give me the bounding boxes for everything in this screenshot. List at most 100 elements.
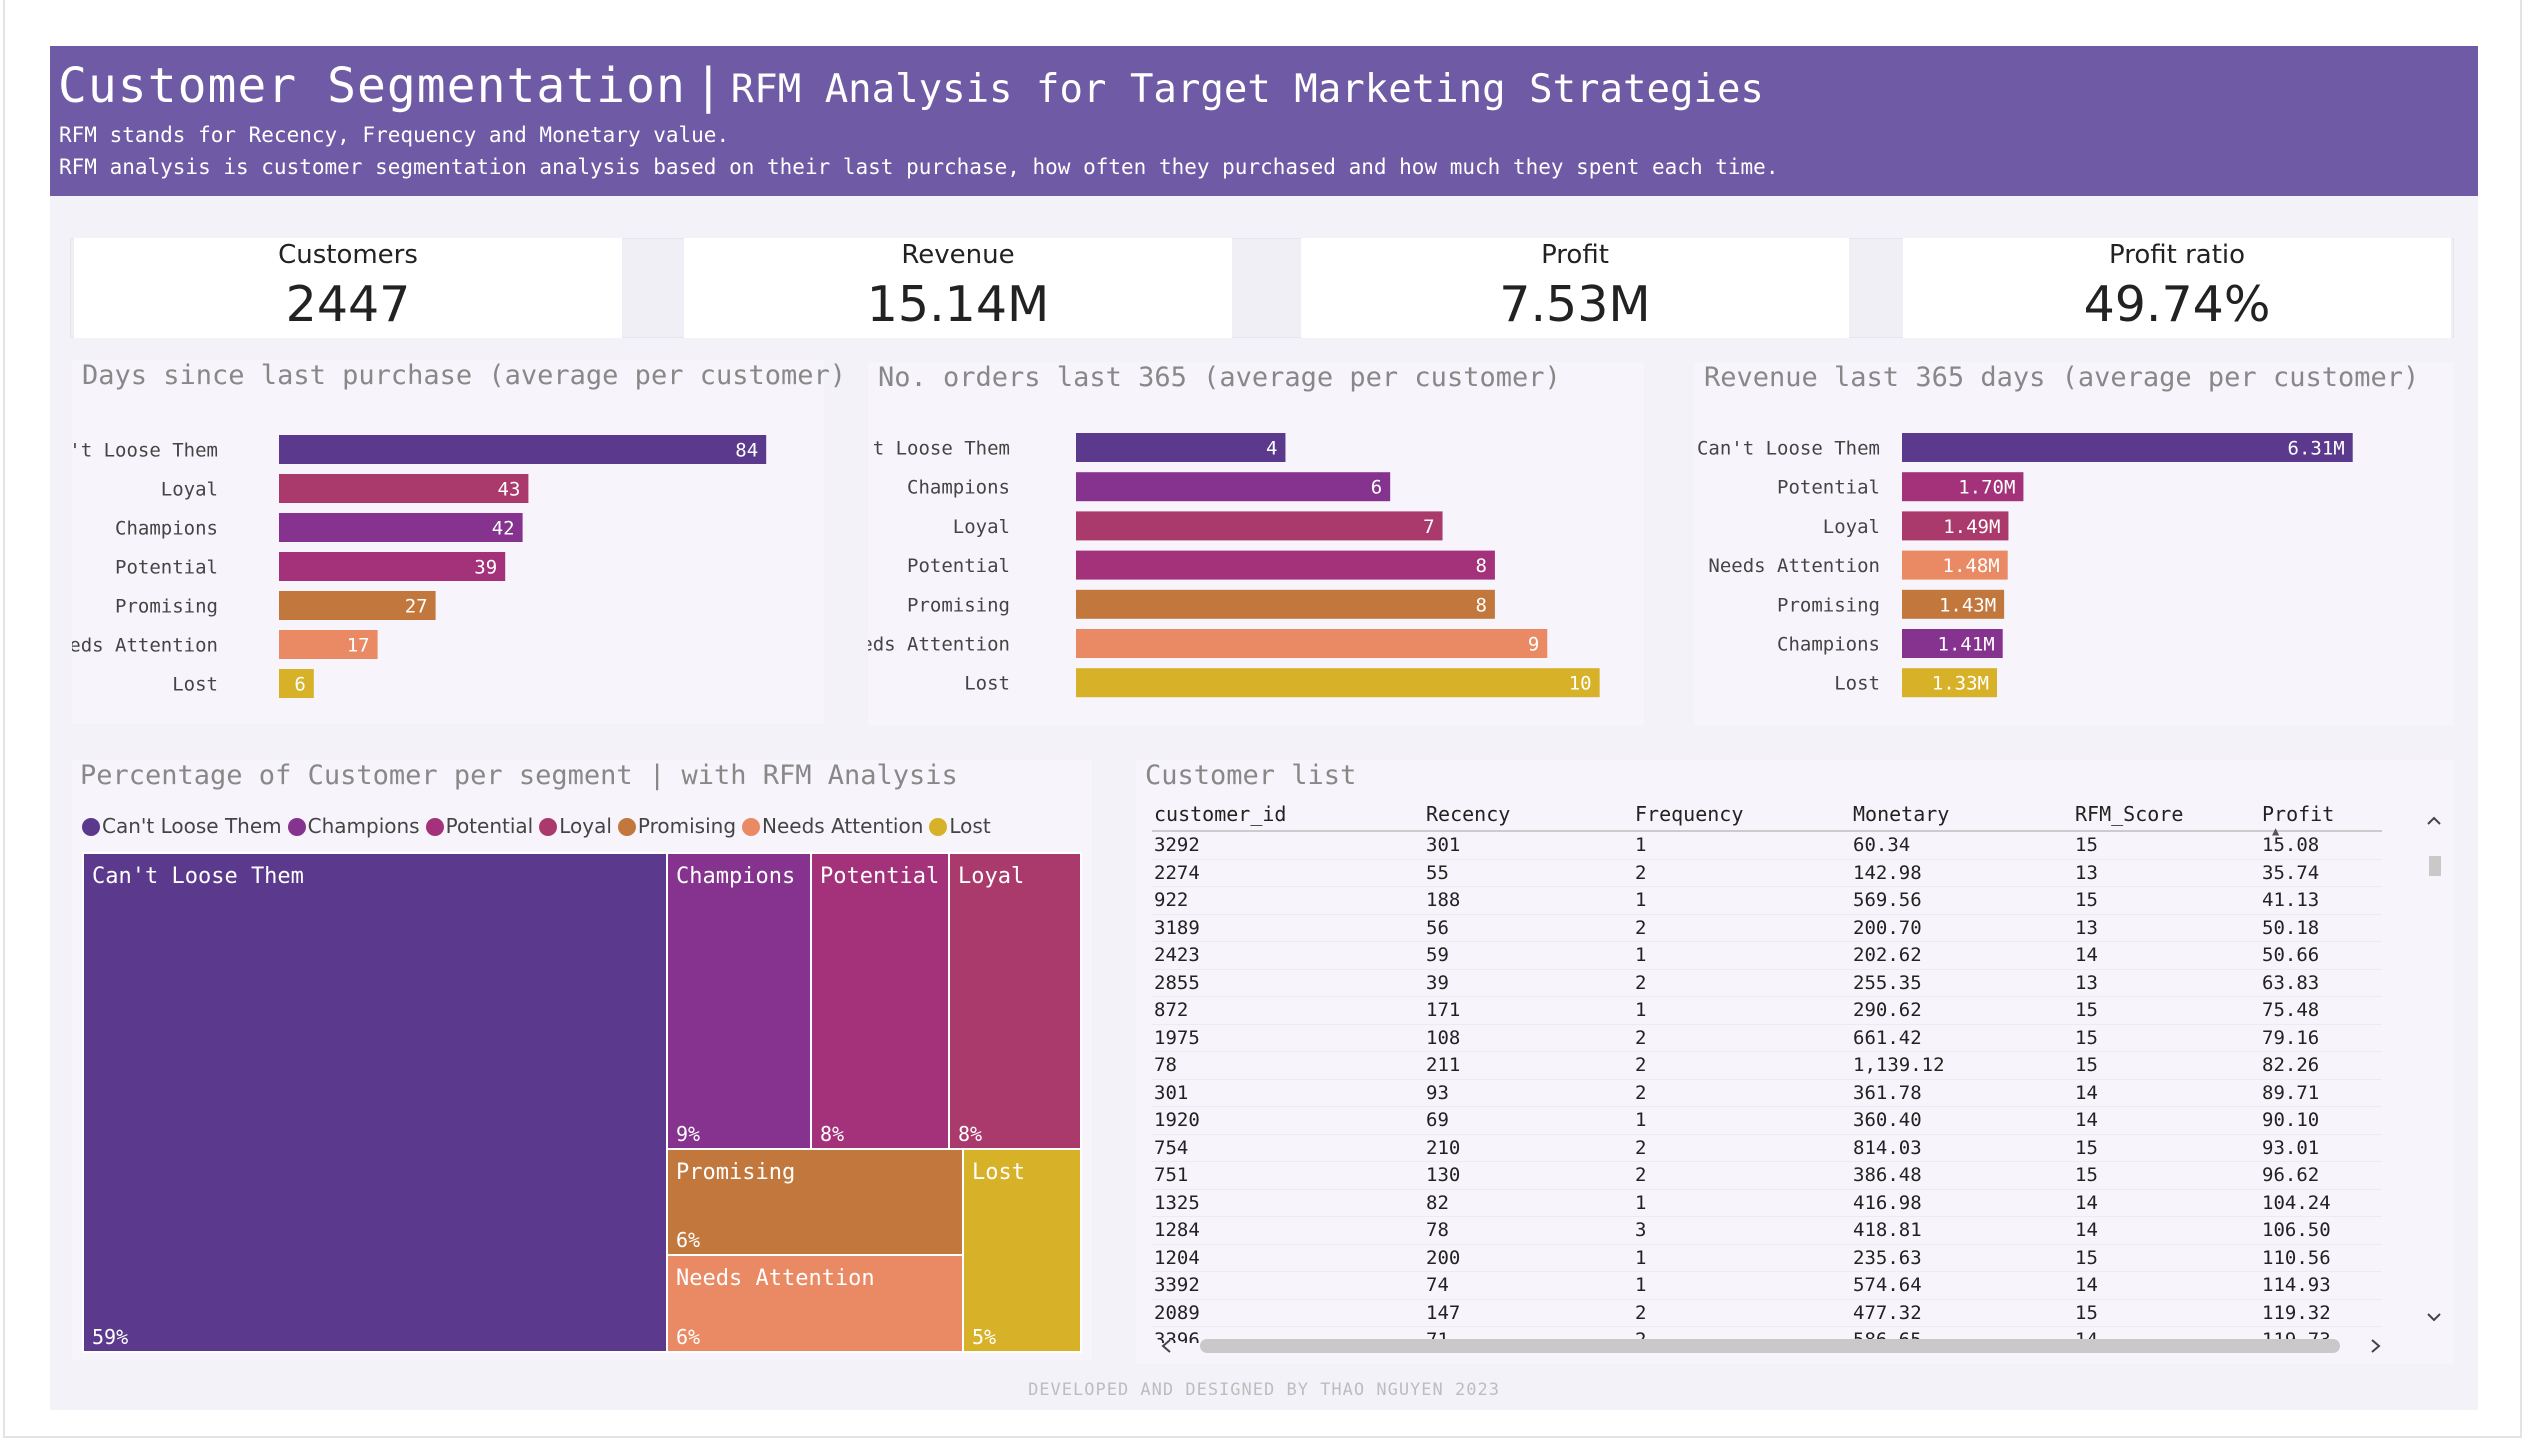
legend-item-promising[interactable]: Promising [617,814,736,838]
table-cell-profit: 15.08 [2262,831,2382,860]
table-row[interactable]: 2274 55 2 142.98 13 35.74 [1152,859,2382,887]
table-row[interactable]: 2089 147 2 477.32 15 119.32 [1152,1299,2382,1327]
revenue-chart-panel: Revenue last 365 days (average per custo… [1694,362,2454,726]
treemap-tile-loyal[interactable]: Loyal 8% [948,852,1082,1150]
kpi-card-customers[interactable]: Customers 2447 [74,238,622,338]
table-row[interactable]: 1920 69 1 360.40 14 90.10 [1152,1106,2382,1135]
bar-potential[interactable] [279,552,506,581]
table-row[interactable]: 3189 56 2 200.70 13 50.18 [1152,914,2382,942]
legend-swatch [82,818,100,836]
category-label-can-t-loose-them: Can't Loose Them [1697,438,1880,460]
table-cell-customer-id: 754 [1152,1134,1426,1162]
customer-table: customer_id Recency Frequency Monetary R… [1152,798,2382,1343]
table-cell-profit: 119.32 [2262,1299,2382,1327]
column-header-monetary[interactable]: Monetary [1853,798,2075,832]
table-row[interactable]: 2423 59 1 202.62 14 50.66 [1152,941,2382,970]
kpi-card-profit-ratio[interactable]: Profit ratio 49.74% [1903,238,2451,338]
bar-can-t-loose-them[interactable] [1076,433,1286,462]
treemap-tile-needs-attention[interactable]: Needs Attention 6% [666,1254,964,1353]
table-row[interactable]: 78 211 2 1,139.12 15 82.26 [1152,1051,2382,1080]
kpi-label: Profit ratio [2108,240,2246,270]
table-cell-profit: 104.24 [2262,1189,2382,1217]
legend-item-potential[interactable]: Potential [425,814,533,838]
legend-item-needs-attention[interactable]: Needs Attention [742,814,923,838]
table-cell-recency: 171 [1426,996,1635,1025]
bar-potential[interactable] [1076,550,1495,580]
table-row[interactable]: 3392 74 1 574.64 14 114.93 [1152,1271,2382,1300]
bar-loyal[interactable] [1076,511,1443,541]
table-cell-customer-id: 751 [1152,1161,1426,1190]
treemap-tile-cant-loose-them[interactable]: Can't Loose Them 59% [82,852,668,1353]
table-cell-profit: 93.01 [2262,1134,2382,1162]
legend-item-champions[interactable]: Champions [287,814,420,838]
legend-item-lost[interactable]: Lost [929,814,991,838]
table-cell-monetary: 290.62 [1853,996,2075,1025]
legend-item-can-t-loose-them[interactable]: Can't Loose Them [82,814,282,838]
table-cell-monetary: 235.63 [1853,1244,2075,1272]
bar-can-t-loose-them[interactable] [279,435,767,464]
table-row[interactable]: 2855 39 2 255.35 13 63.83 [1152,969,2382,997]
column-header-profit[interactable]: Profit ▲ [2262,798,2382,838]
treemap-tile-promising[interactable]: Promising 6% [666,1148,964,1256]
table-row[interactable]: 751 130 2 386.48 15 96.62 [1152,1161,2382,1190]
table-row[interactable]: 1975 108 2 661.42 15 79.16 [1152,1024,2382,1052]
category-label-champions: Champions [1777,634,1880,656]
horizontal-scrollbar[interactable] [1152,1335,2392,1357]
table-cell-customer-id: 1284 [1152,1216,1426,1245]
treemap-tile-lost[interactable]: Lost 5% [962,1148,1082,1353]
table-cell-recency: 39 [1426,969,1635,997]
horizontal-scroll-thumb [1200,1339,2340,1353]
table-row[interactable]: 1204 200 1 235.63 15 110.56 [1152,1244,2382,1272]
column-header-frequency[interactable]: Frequency [1635,798,1853,832]
table-row[interactable]: 922 188 1 569.56 15 41.13 [1152,886,2382,915]
table-row[interactable]: 301 93 2 361.78 14 89.71 [1152,1079,2382,1107]
column-header-customer-id[interactable]: customer_id [1152,798,1426,832]
treemap-tile-champions[interactable]: Champions 9% [666,852,812,1150]
data-label-lost: 1.33M [1932,673,1989,695]
legend-item-loyal[interactable]: Loyal [539,814,612,838]
table-cell-frequency: 3 [1635,1216,1853,1245]
table-cell-monetary: 477.32 [1853,1299,2075,1327]
kpi-card-profit[interactable]: Profit 7.53M [1301,238,1849,338]
table-cell-profit: 50.18 [2262,914,2382,942]
page-title: Customer Segmentation [58,58,686,114]
bar-lost[interactable] [1076,668,1600,698]
table-cell-recency: 200 [1426,1244,1635,1272]
table-cell-frequency: 2 [1635,1161,1853,1190]
table-row[interactable]: 1325 82 1 416.98 14 104.24 [1152,1189,2382,1217]
kpi-card-revenue[interactable]: Revenue 15.14M [684,238,1232,338]
scroll-down-icon [2427,1313,2441,1322]
data-label-can-t-loose-them: 84 [735,440,758,462]
bar-loyal[interactable] [279,474,529,503]
table-row[interactable]: 872 171 1 290.62 15 75.48 [1152,996,2382,1025]
table-row[interactable]: 1284 78 3 418.81 14 106.50 [1152,1216,2382,1245]
table-cell-frequency: 1 [1635,831,1853,860]
table-cell-rfm-score: 15 [2075,831,2262,860]
title-separator: | [693,58,723,114]
bar-needs-attention[interactable] [1076,629,1548,658]
table-cell-profit: 114.93 [2262,1271,2382,1300]
bar-promising[interactable] [1076,589,1495,619]
table-cell-profit: 106.50 [2262,1216,2382,1245]
table-cell-customer-id: 3189 [1152,914,1426,942]
column-header-rfm-score[interactable]: RFM_Score [2075,798,2262,832]
treemap-tile-potential[interactable]: Potential 8% [810,852,950,1150]
bar-champions[interactable] [279,513,523,542]
table-cell-customer-id: 3292 [1152,831,1426,860]
table-cell-profit: 110.56 [2262,1244,2382,1272]
bar-champions[interactable] [1076,472,1391,502]
vertical-scrollbar[interactable] [2424,808,2444,1328]
table-row[interactable]: 3292 301 1 60.34 15 15.08 [1152,831,2382,860]
column-header-profit-label: Profit [2262,802,2335,826]
table-row[interactable]: 754 210 2 814.03 15 93.01 [1152,1134,2382,1162]
table-cell-monetary: 255.35 [1853,969,2075,997]
bar-can-t-loose-them[interactable] [1902,433,2353,462]
column-header-recency[interactable]: Recency [1426,798,1635,832]
table-cell-frequency: 2 [1635,969,1853,997]
table-cell-rfm-score: 15 [2075,1051,2262,1080]
data-label-needs-attention: 1.48M [1943,555,2000,577]
table-cell-monetary: 60.34 [1853,831,2075,860]
table-cell-recency: 130 [1426,1161,1635,1190]
table-cell-monetary: 574.64 [1853,1271,2075,1300]
table-cell-recency: 93 [1426,1079,1635,1107]
